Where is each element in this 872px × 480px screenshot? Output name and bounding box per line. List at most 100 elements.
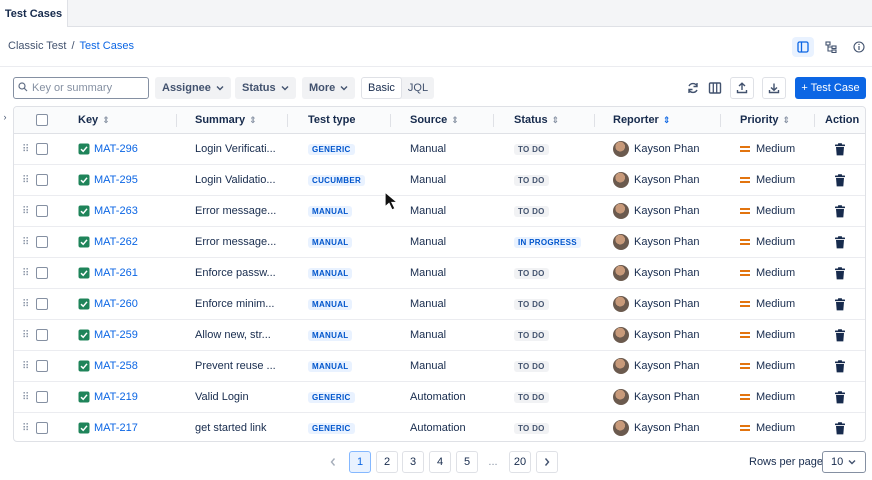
column-header-test-type[interactable]: Test type	[308, 107, 355, 133]
summary-cell[interactable]: Enforce minim...	[195, 289, 285, 319]
delete-button[interactable]	[834, 165, 846, 195]
issue-key-link[interactable]: MAT-262	[78, 227, 138, 257]
issue-key-link[interactable]: MAT-296	[78, 134, 138, 164]
drag-handle-icon[interactable]: ⠿	[22, 320, 28, 350]
search-input-wrapper[interactable]	[13, 77, 149, 99]
row-checkbox[interactable]	[36, 320, 48, 350]
row-checkbox[interactable]	[36, 413, 48, 441]
breadcrumb-parent[interactable]: Classic Test	[8, 40, 66, 52]
drag-handle-icon[interactable]: ⠿	[22, 382, 28, 412]
row-checkbox[interactable]	[36, 134, 48, 164]
column-header-source[interactable]: Source ⇕	[410, 107, 459, 133]
row-checkbox[interactable]	[36, 196, 48, 226]
column-header-status[interactable]: Status ⇕	[514, 107, 559, 133]
mode-basic-button[interactable]: Basic	[361, 77, 402, 99]
column-header-key[interactable]: Key ⇕	[78, 107, 110, 133]
issue-key-link[interactable]: MAT-263	[78, 196, 138, 226]
table-row[interactable]: ⠿ MAT-295 Login Validatio... CUCUMBER Ma…	[14, 165, 865, 196]
row-checkbox[interactable]	[36, 351, 48, 381]
issue-key-link[interactable]: MAT-219	[78, 382, 138, 412]
table-row[interactable]: ⠿ MAT-258 Prevent reuse ... MANUAL Manua…	[14, 351, 865, 382]
delete-button[interactable]	[834, 382, 846, 412]
column-header-priority[interactable]: Priority ⇕	[740, 107, 790, 133]
drag-handle-icon[interactable]: ⠿	[22, 165, 28, 195]
select-all-checkbox[interactable]	[36, 107, 48, 133]
summary-cell[interactable]: get started link	[195, 413, 285, 441]
search-input[interactable]	[32, 82, 142, 94]
drag-handle-icon[interactable]: ⠿	[22, 258, 28, 288]
delete-button[interactable]	[834, 196, 846, 226]
page-4-button[interactable]: 4	[429, 451, 451, 473]
add-test-case-button[interactable]: + Test Case	[795, 77, 866, 99]
issue-key-link[interactable]: MAT-259	[78, 320, 138, 350]
delete-button[interactable]	[834, 413, 846, 441]
info-icon[interactable]	[848, 37, 870, 57]
row-checkbox[interactable]	[36, 258, 48, 288]
row-checkbox[interactable]	[36, 382, 48, 412]
filter-more-button[interactable]: More	[302, 77, 356, 99]
list-view-icon[interactable]	[792, 37, 814, 57]
table-row[interactable]: ⠿ MAT-217 get started link GENERIC Autom…	[14, 413, 865, 441]
previous-page-button[interactable]	[322, 451, 344, 473]
table-row[interactable]: ⠿ MAT-263 Error message... MANUAL Manual…	[14, 196, 865, 227]
filter-assignee-button[interactable]: Assignee	[155, 77, 231, 99]
table-row[interactable]: ⠿ MAT-262 Error message... MANUAL Manual…	[14, 227, 865, 258]
issue-key-link[interactable]: MAT-258	[78, 351, 138, 381]
summary-cell[interactable]: Valid Login	[195, 382, 285, 412]
drag-handle-icon[interactable]: ⠿	[22, 196, 28, 226]
summary-cell[interactable]: Error message...	[195, 196, 285, 226]
status-cell[interactable]: TO DO	[514, 382, 549, 412]
drag-handle-icon[interactable]: ⠿	[22, 134, 28, 164]
download-icon[interactable]	[762, 77, 786, 99]
summary-cell[interactable]: Login Validatio...	[195, 165, 285, 195]
table-row[interactable]: ⠿ MAT-219 Valid Login GENERIC Automation…	[14, 382, 865, 413]
next-page-button[interactable]	[536, 451, 558, 473]
delete-button[interactable]	[834, 227, 846, 257]
summary-cell[interactable]: Allow new, str...	[195, 320, 285, 350]
page-5-button[interactable]: 5	[456, 451, 478, 473]
status-cell[interactable]: TO DO	[514, 289, 549, 319]
table-row[interactable]: ⠿ MAT-261 Enforce passw... MANUAL Manual…	[14, 258, 865, 289]
issue-key-link[interactable]: MAT-261	[78, 258, 138, 288]
page-3-button[interactable]: 3	[402, 451, 424, 473]
status-cell[interactable]: TO DO	[514, 165, 549, 195]
delete-button[interactable]	[834, 320, 846, 350]
status-cell[interactable]: TO DO	[514, 258, 549, 288]
row-checkbox[interactable]	[36, 227, 48, 257]
row-checkbox[interactable]	[36, 165, 48, 195]
mode-jql-button[interactable]: JQL	[402, 77, 434, 99]
summary-cell[interactable]: Enforce passw...	[195, 258, 285, 288]
rows-per-page-select[interactable]: 10	[822, 451, 866, 473]
issue-key-link[interactable]: MAT-217	[78, 413, 138, 441]
page-1-button[interactable]: 1	[349, 451, 371, 473]
page-20-button[interactable]: 20	[509, 451, 531, 473]
summary-cell[interactable]: Error message...	[195, 227, 285, 257]
issue-key-link[interactable]: MAT-260	[78, 289, 138, 319]
summary-cell[interactable]: Prevent reuse ...	[195, 351, 285, 381]
delete-button[interactable]	[834, 289, 846, 319]
drag-handle-icon[interactable]: ⠿	[22, 413, 28, 441]
table-row[interactable]: ⠿ MAT-296 Login Verificati... GENERIC Ma…	[14, 134, 865, 165]
status-cell[interactable]: TO DO	[514, 134, 549, 164]
column-header-summary[interactable]: Summary ⇕	[195, 107, 257, 133]
status-cell[interactable]: IN PROGRESS	[514, 227, 581, 257]
drag-handle-icon[interactable]: ⠿	[22, 351, 28, 381]
delete-button[interactable]	[834, 258, 846, 288]
delete-button[interactable]	[834, 351, 846, 381]
chevron-right-icon[interactable]: ›	[0, 108, 10, 126]
refresh-icon[interactable]	[681, 77, 705, 99]
table-row[interactable]: ⠿ MAT-259 Allow new, str... MANUAL Manua…	[14, 320, 865, 351]
status-cell[interactable]: TO DO	[514, 351, 549, 381]
issue-key-link[interactable]: MAT-295	[78, 165, 138, 195]
columns-icon[interactable]	[703, 77, 727, 99]
row-checkbox[interactable]	[36, 289, 48, 319]
drag-handle-icon[interactable]: ⠿	[22, 289, 28, 319]
tab-test-cases[interactable]: Test Cases	[0, 0, 68, 27]
status-cell[interactable]: TO DO	[514, 413, 549, 441]
page-2-button[interactable]: 2	[376, 451, 398, 473]
tree-view-icon[interactable]	[820, 37, 842, 57]
export-icon[interactable]	[730, 77, 754, 99]
table-row[interactable]: ⠿ MAT-260 Enforce minim... MANUAL Manual…	[14, 289, 865, 320]
summary-cell[interactable]: Login Verificati...	[195, 134, 285, 164]
column-header-reporter[interactable]: Reporter ⇕	[613, 107, 670, 133]
